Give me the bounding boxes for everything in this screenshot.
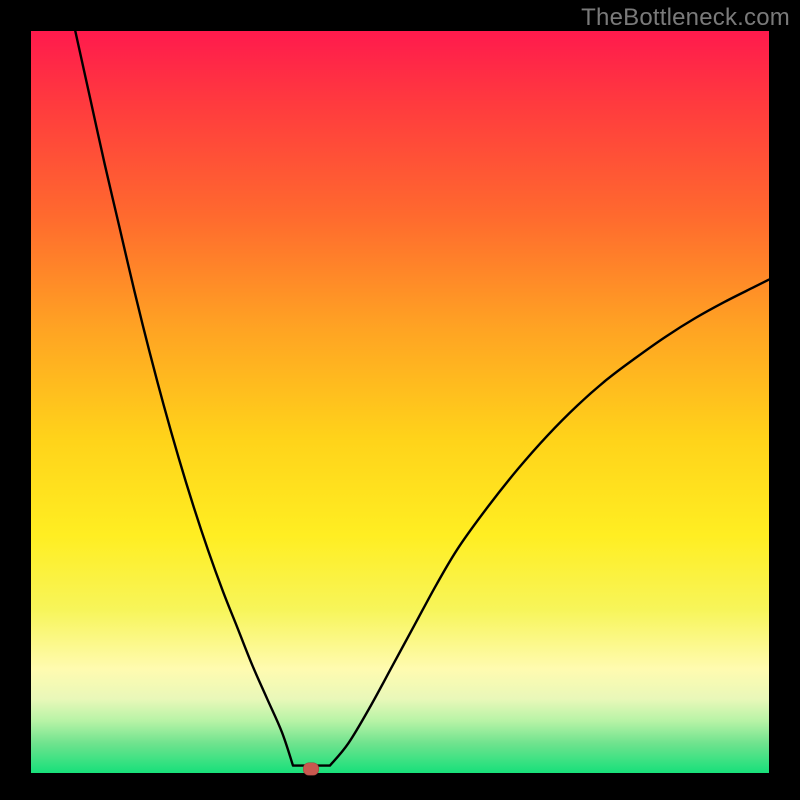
chart-frame: TheBottleneck.com [0, 0, 800, 800]
watermark-text: TheBottleneck.com [581, 4, 790, 32]
plot-area [31, 31, 769, 773]
curve-path [75, 31, 769, 766]
bottleneck-curve [31, 31, 769, 773]
optimum-marker [303, 763, 319, 776]
